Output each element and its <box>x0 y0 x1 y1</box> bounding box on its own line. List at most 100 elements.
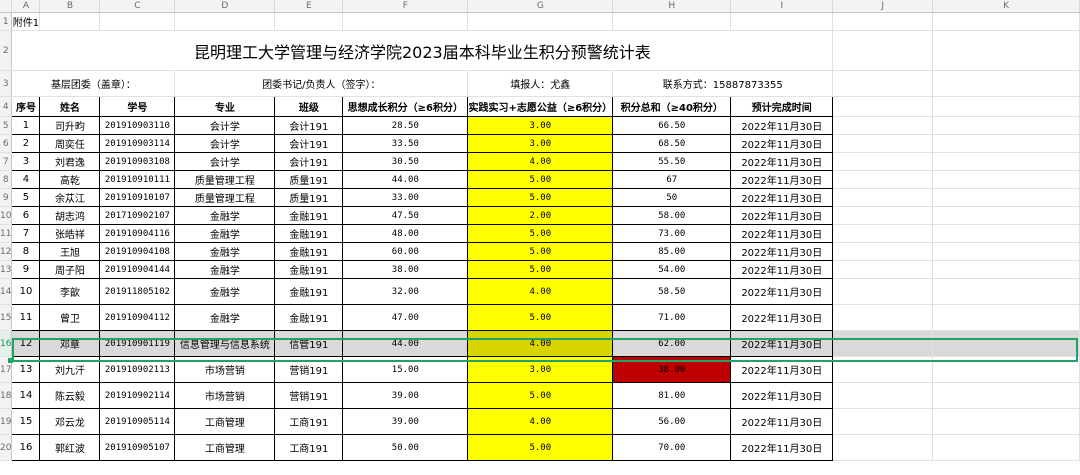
cell-class[interactable]: 金融191 <box>274 242 344 261</box>
cell-student-id[interactable]: 201910903108 <box>99 152 176 171</box>
column-header-j[interactable]: J <box>832 0 934 13</box>
cell-no[interactable]: 9 <box>11 260 41 279</box>
cell-practice-points[interactable]: 5.00 <box>467 382 614 409</box>
cell-practice-points[interactable]: 3.00 <box>467 356 614 383</box>
header-class[interactable]: 班级 <box>274 96 344 117</box>
cell[interactable] <box>832 12 934 31</box>
cell-completion-date[interactable]: 2022年11月30日 <box>730 434 834 461</box>
cell[interactable] <box>932 434 1080 461</box>
cell-total-points[interactable]: 56.00 <box>612 408 732 435</box>
cell[interactable] <box>932 134 1080 153</box>
cell[interactable] <box>932 96 1080 117</box>
cell-student-id[interactable]: 201910905107 <box>99 434 176 461</box>
cell[interactable] <box>274 12 344 31</box>
cell-thought-points[interactable]: 32.00 <box>342 278 469 305</box>
contact-label[interactable]: 联系方式：15887873355 <box>612 70 834 97</box>
cell-major[interactable]: 会计学 <box>174 134 276 153</box>
column-header-g[interactable]: G <box>467 0 614 13</box>
row-header[interactable]: 10 <box>0 206 13 225</box>
cell[interactable] <box>932 12 1080 31</box>
cell-student-id[interactable]: 201910910111 <box>99 170 176 189</box>
header-total-points[interactable]: 积分总和（≥40积分） <box>612 96 732 117</box>
cell[interactable] <box>832 152 934 171</box>
row-header[interactable]: 6 <box>0 134 13 153</box>
cell[interactable] <box>832 96 934 117</box>
header-no[interactable]: 序号 <box>11 96 41 117</box>
cell-class[interactable]: 金融191 <box>274 304 344 331</box>
cell-class[interactable]: 工商191 <box>274 434 344 461</box>
cell-student-id[interactable]: 201710902107 <box>99 206 176 225</box>
cell[interactable] <box>932 206 1080 225</box>
row-header[interactable]: 12 <box>0 242 13 261</box>
cell-no[interactable]: 5 <box>11 188 41 207</box>
row-header[interactable]: 1 <box>0 12 13 31</box>
cell-name[interactable]: 胡志鸿 <box>39 206 101 225</box>
cell[interactable] <box>99 12 176 31</box>
cell-no[interactable]: 2 <box>11 134 41 153</box>
cell-practice-points[interactable]: 4.00 <box>467 408 614 435</box>
cell-major[interactable]: 金融学 <box>174 278 276 305</box>
row-header[interactable]: 13 <box>0 260 13 279</box>
cell-total-points[interactable]: 85.00 <box>612 242 732 261</box>
cell[interactable] <box>612 12 732 31</box>
cell[interactable] <box>39 12 101 31</box>
row-header[interactable]: 19 <box>0 408 13 435</box>
cell-name[interactable]: 邓章 <box>39 330 101 357</box>
cell-class[interactable]: 金融191 <box>274 206 344 225</box>
cell-class[interactable]: 工商191 <box>274 408 344 435</box>
column-header-b[interactable]: B <box>39 0 101 13</box>
cell-thought-points[interactable]: 44.00 <box>342 330 469 357</box>
cell-major[interactable]: 质量管理工程 <box>174 188 276 207</box>
cell-practice-points[interactable]: 4.00 <box>467 330 614 357</box>
cell-class[interactable]: 会计191 <box>274 116 344 135</box>
cell-thought-points[interactable]: 44.00 <box>342 170 469 189</box>
cell-no[interactable]: 8 <box>11 242 41 261</box>
cell-no[interactable]: 15 <box>11 408 41 435</box>
cell-major[interactable]: 金融学 <box>174 304 276 331</box>
cell-major[interactable]: 工商管理 <box>174 434 276 461</box>
cell[interactable] <box>932 356 1080 383</box>
cell-thought-points[interactable]: 60.00 <box>342 242 469 261</box>
cell-name[interactable]: 刘君逸 <box>39 152 101 171</box>
cell[interactable] <box>932 70 1080 97</box>
cell[interactable] <box>342 12 469 31</box>
cell[interactable] <box>832 170 934 189</box>
cell[interactable] <box>932 408 1080 435</box>
cell-major[interactable]: 市场营销 <box>174 382 276 409</box>
cell[interactable] <box>932 188 1080 207</box>
row-header[interactable]: 14 <box>0 278 13 305</box>
cell-practice-points[interactable]: 5.00 <box>467 434 614 461</box>
cell-class[interactable]: 金融191 <box>274 278 344 305</box>
cell-student-id[interactable]: 201910904144 <box>99 260 176 279</box>
cell-name[interactable]: 李歆 <box>39 278 101 305</box>
cell-total-points[interactable]: 54.00 <box>612 260 732 279</box>
org-label[interactable]: 基层团委（盖章）： <box>11 70 176 97</box>
column-header-h[interactable]: H <box>612 0 732 13</box>
cell-total-points[interactable]: 70.00 <box>612 434 732 461</box>
cell-name[interactable]: 周奕任 <box>39 134 101 153</box>
cell-no[interactable]: 10 <box>11 278 41 305</box>
cell-class[interactable]: 会计191 <box>274 152 344 171</box>
header-completion-date[interactable]: 预计完成时间 <box>730 96 834 117</box>
row-header[interactable]: 7 <box>0 152 13 171</box>
cell[interactable] <box>932 260 1080 279</box>
cell-class[interactable]: 金融191 <box>274 260 344 279</box>
cell-name[interactable]: 邓云龙 <box>39 408 101 435</box>
cell[interactable] <box>832 188 934 207</box>
cell-no[interactable]: 16 <box>11 434 41 461</box>
cell[interactable] <box>832 30 934 71</box>
cell-practice-points[interactable]: 5.00 <box>467 188 614 207</box>
header-name[interactable]: 姓名 <box>39 96 101 117</box>
cell-total-points[interactable]: 66.50 <box>612 116 732 135</box>
cell-completion-date[interactable]: 2022年11月30日 <box>730 242 834 261</box>
cell-completion-date[interactable]: 2022年11月30日 <box>730 134 834 153</box>
row-header[interactable]: 16 <box>0 330 13 357</box>
cell-thought-points[interactable]: 28.50 <box>342 116 469 135</box>
column-header-d[interactable]: D <box>174 0 276 13</box>
cell-student-id[interactable]: 201910903114 <box>99 134 176 153</box>
row-header[interactable]: 18 <box>0 382 13 409</box>
secretary-label[interactable]: 团委书记/负责人（签字）： <box>174 70 469 97</box>
cell[interactable] <box>932 116 1080 135</box>
cell-no[interactable]: 6 <box>11 206 41 225</box>
cell-student-id[interactable]: 201910904116 <box>99 224 176 243</box>
